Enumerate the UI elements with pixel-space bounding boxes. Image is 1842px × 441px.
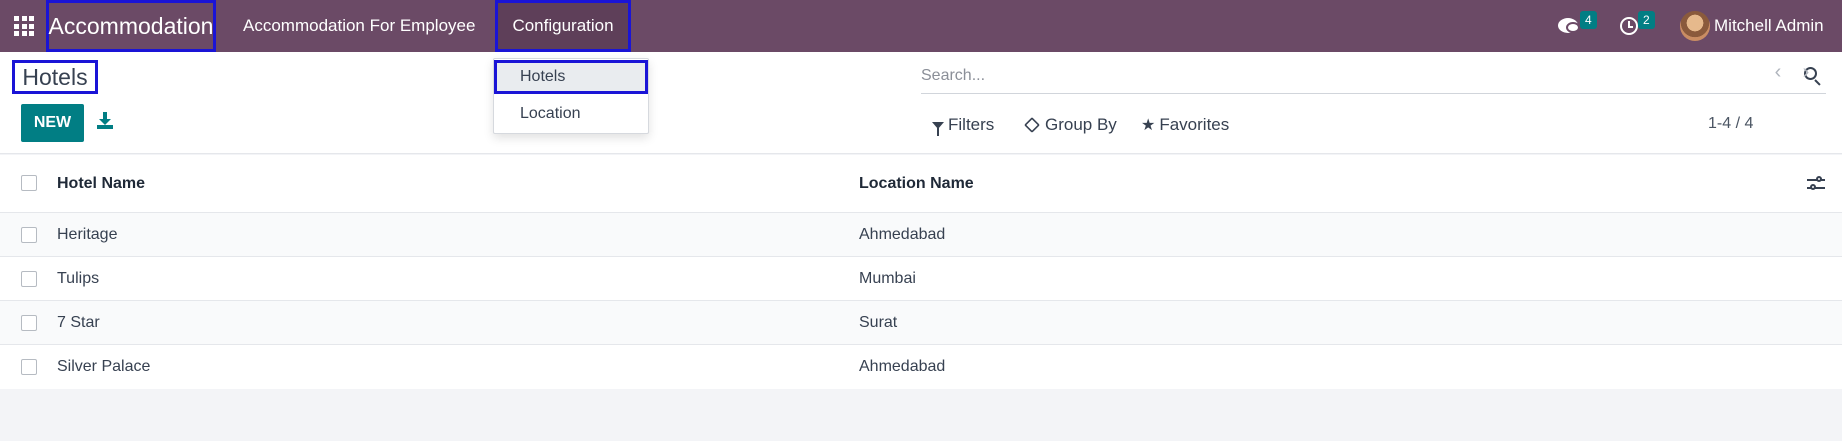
- table-row[interactable]: Silver Palace Ahmedabad: [0, 345, 1842, 389]
- pager-value[interactable]: 1-4 / 4: [1708, 112, 1753, 136]
- row-checkbox[interactable]: [21, 227, 37, 243]
- pager-previous-icon[interactable]: ‹: [1771, 60, 1785, 84]
- cell-location-name: Ahmedabad: [859, 226, 946, 243]
- cell-location-name: Ahmedabad: [859, 358, 946, 375]
- cell-hotel-name: Silver Palace: [57, 358, 151, 375]
- cell-hotel-name: 7 Star: [57, 314, 100, 331]
- dropdown-item-hotels[interactable]: Hotels: [494, 60, 648, 94]
- table-row[interactable]: Tulips Mumbai: [0, 257, 1842, 301]
- table-row[interactable]: Heritage Ahmedabad: [0, 213, 1842, 257]
- cell-hotel-name: Tulips: [57, 270, 100, 287]
- table-row[interactable]: 7 Star Surat: [0, 301, 1842, 345]
- menu-configuration[interactable]: Configuration: [495, 0, 631, 52]
- select-all-checkbox[interactable]: [21, 175, 37, 191]
- row-checkbox[interactable]: [21, 271, 37, 287]
- new-button[interactable]: NEW: [21, 104, 84, 142]
- menu-accommodation-for-employee[interactable]: Accommodation For Employee: [243, 0, 475, 52]
- favorites-button[interactable]: ★ Favorites: [1141, 114, 1229, 136]
- cell-location-name: Mumbai: [859, 270, 916, 287]
- hotels-list: Hotel Name Location Name Heritage Ahmeda…: [0, 155, 1842, 389]
- user-avatar[interactable]: [1680, 11, 1710, 41]
- column-header-hotel-name[interactable]: Hotel Name: [57, 155, 145, 213]
- messages-icon[interactable]: [1556, 0, 1582, 52]
- top-navbar: Accommodation Accommodation For Employee…: [0, 0, 1842, 52]
- activities-count-badge: 2: [1638, 11, 1655, 29]
- filters-label: Filters: [948, 115, 995, 134]
- favorites-label: Favorites: [1159, 115, 1230, 134]
- search-input[interactable]: [921, 60, 1781, 92]
- row-checkbox[interactable]: [21, 315, 37, 331]
- layers-icon: [1024, 117, 1040, 133]
- messages-count-badge: 4: [1580, 11, 1597, 29]
- control-panel: Hotels NEW Filters Group By ★ Favorites …: [0, 52, 1842, 154]
- group-by-label: Group By: [1045, 115, 1117, 134]
- configuration-dropdown: Hotels Location: [493, 58, 649, 134]
- row-checkbox[interactable]: [21, 359, 37, 375]
- download-icon[interactable]: [96, 112, 114, 130]
- dropdown-item-location[interactable]: Location: [494, 97, 648, 131]
- pager-next-icon[interactable]: ›: [1799, 60, 1813, 84]
- star-icon: ★: [1141, 117, 1156, 134]
- column-header-location-name[interactable]: Location Name: [859, 155, 974, 213]
- column-settings-icon[interactable]: [1807, 175, 1825, 193]
- cell-hotel-name: Heritage: [57, 226, 118, 243]
- filters-button[interactable]: Filters: [932, 114, 994, 136]
- search-bar: [921, 60, 1826, 94]
- list-header: Hotel Name Location Name: [0, 155, 1842, 213]
- activity-clock-icon[interactable]: [1618, 0, 1640, 52]
- app-brand[interactable]: Accommodation: [46, 0, 216, 52]
- filter-funnel-icon: [932, 121, 944, 136]
- user-name[interactable]: Mitchell Admin: [1714, 0, 1824, 52]
- page-title[interactable]: Hotels: [12, 60, 98, 94]
- group-by-button[interactable]: Group By: [1024, 114, 1117, 136]
- apps-menu-icon[interactable]: [14, 16, 34, 36]
- cell-location-name: Surat: [859, 314, 898, 331]
